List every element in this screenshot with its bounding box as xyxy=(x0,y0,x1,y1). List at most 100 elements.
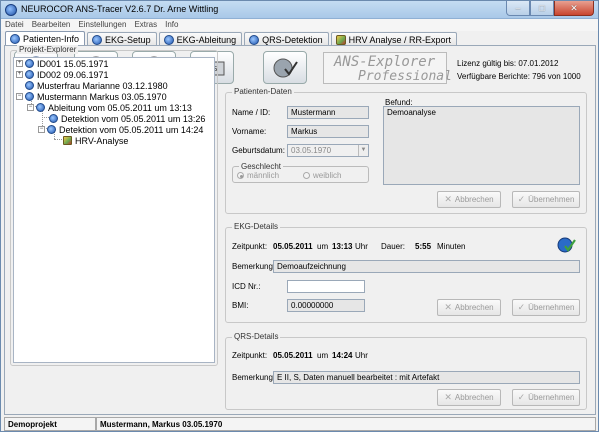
license-info: Lizenz gültig bis: 07.01.2012 Verfügbare… xyxy=(457,57,581,83)
hrv-leaf-icon xyxy=(63,136,72,145)
title-bar[interactable]: NEUROCOR ANS-Tracer V2.6.7 Dr. Arne Witt… xyxy=(1,1,598,19)
tab-label: EKG-Ableitung xyxy=(176,34,237,45)
tab-label: HRV Analyse / RR-Export xyxy=(348,34,452,45)
patient-globe-icon xyxy=(25,81,34,90)
finding-textarea[interactable]: Demoanalyse xyxy=(383,106,580,185)
status-bar: Demoprojekt Mustermann, Markus 03.05.197… xyxy=(4,417,596,431)
qrs-um: um xyxy=(317,351,329,360)
ans-explorer-logo: ANS-Explorer Professional xyxy=(323,52,452,84)
tree-item-label: Mustermann Markus 03.05.1970 xyxy=(37,91,167,102)
gender-group: Geschlecht männlich weiblich xyxy=(232,162,369,183)
menu-einstellungen[interactable]: Einstellungen xyxy=(74,19,130,31)
ekg-duration-label: Dauer: xyxy=(381,242,406,251)
name-field[interactable]: Mustermann xyxy=(287,106,369,119)
detection-icon xyxy=(47,125,56,134)
tab-hrv-analyse[interactable]: HRV Analyse / RR-Export xyxy=(330,32,458,46)
ekg-cancel-button[interactable]: ✕ Abbrechen xyxy=(437,299,501,316)
patient-globe-icon xyxy=(25,92,34,101)
qrs-uhr: Uhr xyxy=(355,351,368,360)
radio-off-icon xyxy=(303,172,310,179)
tab-ekg-setup[interactable]: EKG-Setup xyxy=(87,32,157,46)
tab-patienten-info[interactable]: Patienten-Info xyxy=(5,31,86,46)
tree-item-label: Musterfrau Marianne 03.12.1980 xyxy=(37,80,168,91)
qrs-remark-label: Bemerkung: xyxy=(232,373,276,382)
tree-item-label: ID002 09.06.1971 xyxy=(37,69,109,80)
expand-icon[interactable]: + xyxy=(16,60,23,67)
ekg-details-group: EKG-Details Zeitpunkt: 05.05.2011 um 13:… xyxy=(225,222,587,323)
maximize-button[interactable]: □ xyxy=(530,1,554,16)
menu-bar: Datei Bearbeiten Einstellungen Extras In… xyxy=(1,19,598,31)
tab-qrs-detektion[interactable]: QRS-Detektion xyxy=(244,32,329,46)
hrv-leaf-icon xyxy=(335,34,346,45)
expand-icon[interactable]: + xyxy=(16,71,23,78)
check-icon: ✓ xyxy=(517,392,526,402)
project-tree[interactable]: + ID001 15.05.1971 + ID002 09.06.1971 Must… xyxy=(13,57,215,363)
ekg-time: 13:13 xyxy=(332,242,353,251)
patient-apply-button[interactable]: ✓ Übernehmen xyxy=(512,191,580,208)
tree-item-musterfrau[interactable]: Musterfrau Marianne 03.12.1980 xyxy=(25,80,168,91)
tree-item-id002[interactable]: + ID002 09.06.1971 xyxy=(16,69,109,80)
cancel-x-icon: ✕ xyxy=(444,194,452,204)
menu-bearbeiten[interactable]: Bearbeiten xyxy=(28,19,75,31)
confirm-tool-button[interactable] xyxy=(263,51,307,84)
tree-item-mustermann[interactable]: − Mustermann Markus 03.05.1970 xyxy=(16,91,167,102)
globe-check-icon xyxy=(273,58,298,77)
logo-line1: ANS-Explorer xyxy=(334,54,436,70)
project-explorer: Projekt-Explorer + ID001 15.05.1971 + ID00… xyxy=(10,45,218,366)
bmi-field[interactable]: 0.00000000 xyxy=(287,299,365,312)
ekg-uhr: Uhr xyxy=(355,242,368,251)
ekg-apply-button[interactable]: ✓ Übernehmen xyxy=(512,299,580,316)
radio-on-icon xyxy=(237,172,244,179)
collapse-icon[interactable]: − xyxy=(27,104,34,111)
tab-label: QRS-Detektion xyxy=(262,34,323,45)
ekg-time-label: Zeitpunkt: xyxy=(232,242,268,251)
gender-female-radio[interactable]: weiblich xyxy=(303,171,341,180)
tree-item-ableitung[interactable]: − Ableitung vom 05.05.2011 um 13:13 xyxy=(27,102,192,113)
close-button[interactable]: ✕ xyxy=(554,1,594,16)
patient-data-title: Patienten-Daten xyxy=(232,87,294,96)
tab-ekg-ableitung[interactable]: EKG-Ableitung xyxy=(158,32,243,46)
reports-label: Verfügbare Berichte: xyxy=(457,72,530,81)
qrs-time-label: Zeitpunkt: xyxy=(232,351,268,360)
collapse-icon[interactable]: − xyxy=(16,93,23,100)
collapse-icon[interactable]: − xyxy=(38,126,45,133)
gender-female-label: weiblich xyxy=(313,171,342,180)
qrs-remark-field[interactable]: E II, S, Daten manuell bearbeitet : mit … xyxy=(273,371,580,384)
tree-item-label: HRV-Analyse xyxy=(75,135,129,146)
tree-item-hrv-analyse[interactable]: HRV-Analyse xyxy=(63,135,128,146)
birthdate-label: Geburtsdatum: xyxy=(232,146,285,155)
cancel-x-icon: ✕ xyxy=(444,392,452,402)
qrs-cancel-button[interactable]: ✕ Abbrechen xyxy=(437,389,501,406)
gender-male-radio[interactable]: männlich xyxy=(237,171,279,180)
menu-info[interactable]: Info xyxy=(161,19,182,31)
reports-value: 796 von 1000 xyxy=(532,72,581,81)
qrs-date: 05.05.2011 xyxy=(273,351,313,360)
ekg-remark-field[interactable]: Demoaufzeichnung xyxy=(273,260,580,273)
qrs-apply-button[interactable]: ✓ Übernehmen xyxy=(512,389,580,406)
menu-extras[interactable]: Extras xyxy=(130,19,161,31)
logo-line2: Professional xyxy=(358,69,452,84)
minimize-button[interactable]: – xyxy=(506,1,530,16)
bmi-label: BMI: xyxy=(232,301,249,310)
icd-field[interactable] xyxy=(287,280,365,293)
qrs-time: 14:24 xyxy=(332,351,353,360)
apply-label: Übernehmen xyxy=(528,393,575,402)
tree-item-id001[interactable]: + ID001 15.05.1971 xyxy=(16,58,109,69)
patient-data-group: Patienten-Daten Name / ID: Mustermann Vo… xyxy=(225,87,587,214)
tree-item-label: ID001 15.05.1971 xyxy=(37,58,109,69)
ecg-recording-icon xyxy=(36,103,45,112)
firstname-field[interactable]: Markus xyxy=(287,125,369,138)
birthdate-combo[interactable]: 03.05.1970 ▼ xyxy=(287,144,369,157)
birthdate-value: 03.05.1970 xyxy=(291,146,332,155)
chevron-down-icon[interactable]: ▼ xyxy=(358,145,368,156)
tree-item-detektion-1326[interactable]: Detektion vom 05.05.2011 um 13:26 xyxy=(49,113,205,124)
tab-label: EKG-Setup xyxy=(105,34,151,45)
globe-check-icon xyxy=(557,237,576,253)
ans-globe-icon xyxy=(10,34,20,44)
patient-cancel-button[interactable]: ✕ Abbrechen xyxy=(437,191,501,208)
patient-globe-icon xyxy=(25,59,34,68)
menu-datei[interactable]: Datei xyxy=(1,19,28,31)
tree-item-detektion-1424[interactable]: − Detektion vom 05.05.2011 um 14:24 xyxy=(38,124,203,135)
cancel-label: Abbrechen xyxy=(454,393,494,402)
detection-icon xyxy=(49,114,58,123)
